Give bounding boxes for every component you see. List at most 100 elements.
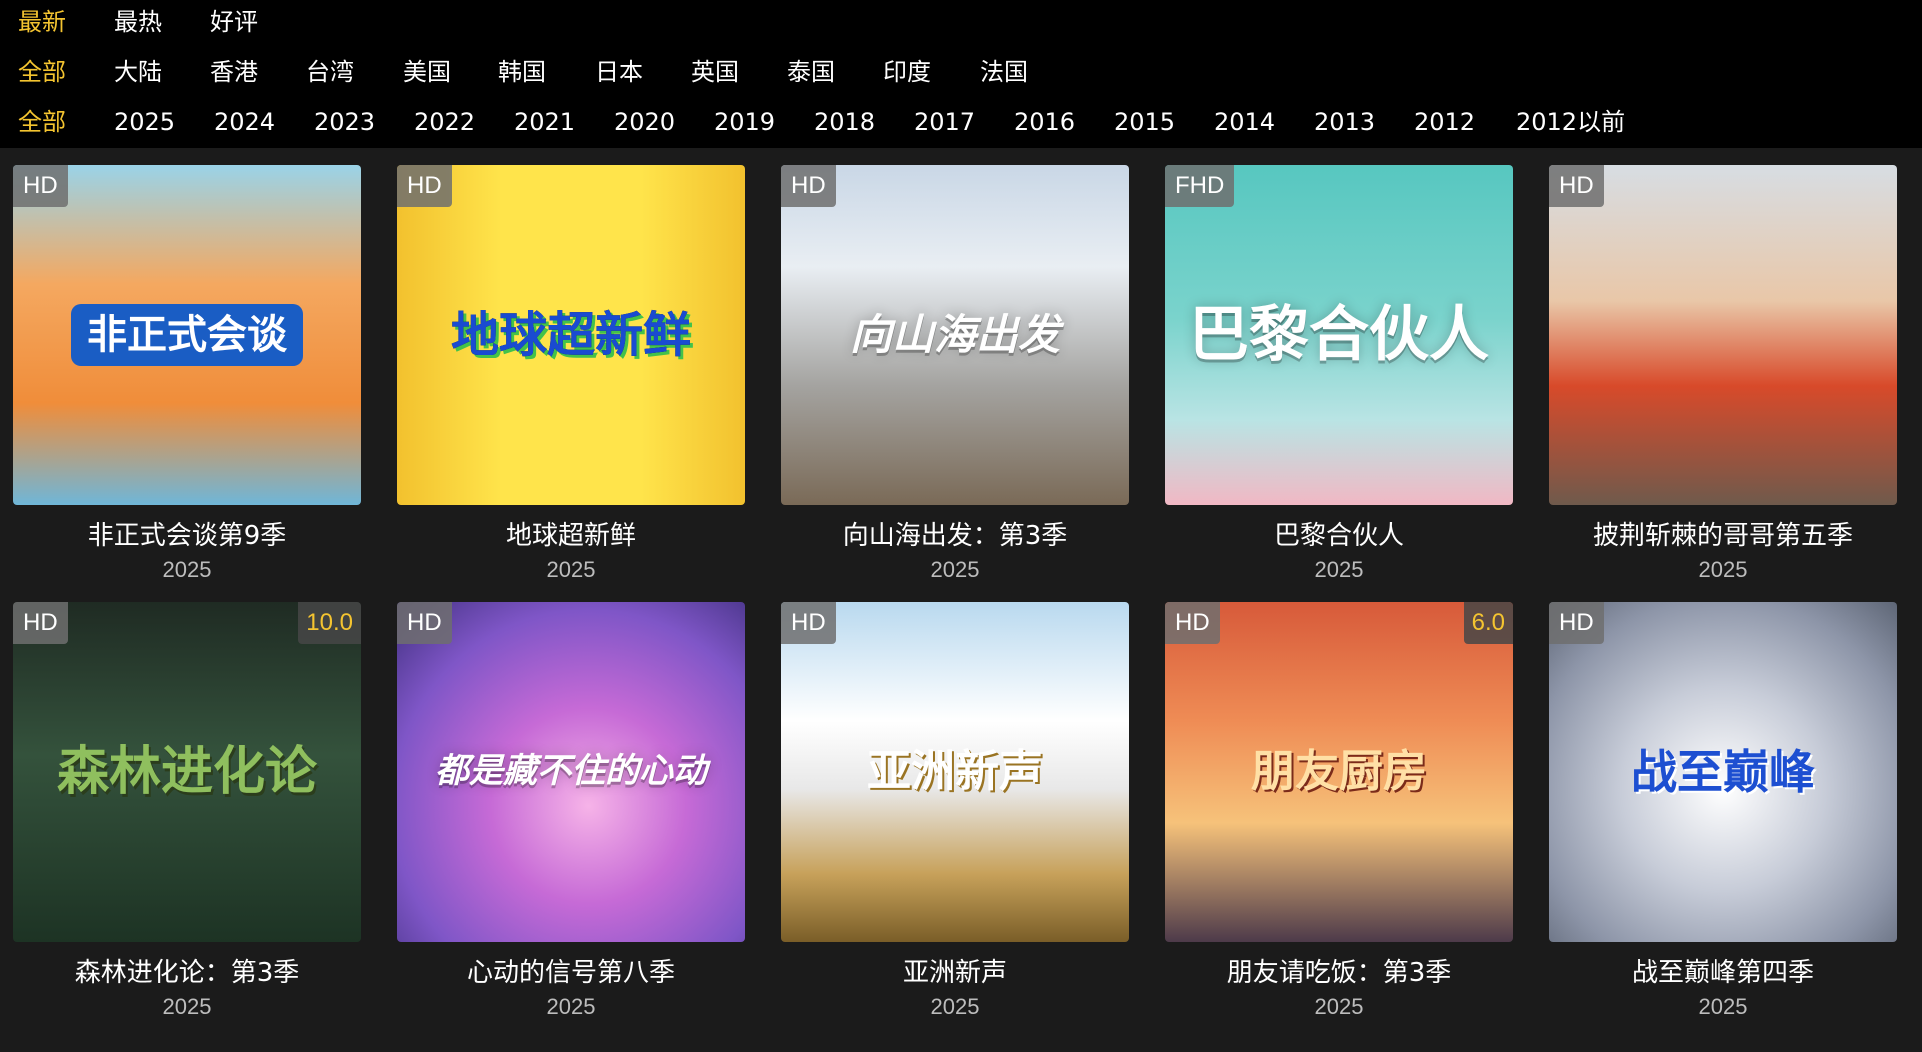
year-option[interactable]: 2022 [414,100,475,150]
card-year: 2025 [546,994,596,1019]
card-title[interactable]: 披荆斩棘的哥哥第五季 [1539,515,1907,552]
sort-filter-row: 最新 最热 好评 [0,0,1922,50]
year-option[interactable]: 2025 [114,100,175,150]
year-option[interactable]: 2015 [1114,100,1175,150]
region-option[interactable]: 韩国 [498,50,546,100]
card-title[interactable]: 心动的信号第八季 [387,952,755,989]
region-option[interactable]: 全部 [18,50,66,100]
video-card[interactable]: 非正式会谈 HD 非正式会谈第9季 2025 [13,165,361,595]
region-option[interactable]: 法国 [980,50,1028,100]
poster-image[interactable]: 非正式会谈 HD [13,165,361,505]
region-option[interactable]: 美国 [403,50,451,100]
poster-image[interactable]: 巴黎合伙人 FHD [1165,165,1513,505]
year-option[interactable]: 2020 [614,100,675,150]
card-year: 2025 [546,557,596,582]
sort-option[interactable]: 最热 [114,0,162,50]
quality-badge: HD [13,602,68,644]
poster-artwork: 巴黎合伙人 [1165,165,1513,505]
quality-badge: HD [1549,602,1604,644]
poster-image[interactable]: 战至巅峰 HD [1549,602,1897,942]
poster-image[interactable]: 地球超新鲜 HD [397,165,745,505]
year-option[interactable]: 2012以前 [1516,100,1625,150]
card-year: 2025 [1314,994,1364,1019]
card-year: 2025 [930,557,980,582]
poster-image[interactable]: HD [1549,165,1897,505]
year-option[interactable]: 2021 [514,100,575,150]
quality-badge: HD [13,165,68,207]
card-title[interactable]: 向山海出发：第3季 [771,515,1139,552]
year-option[interactable]: 2019 [714,100,775,150]
card-title[interactable]: 森林进化论：第3季 [3,952,371,989]
video-card[interactable]: 向山海出发 HD 向山海出发：第3季 2025 [781,165,1129,595]
poster-title-art: 朋友厨房 [1251,745,1427,797]
poster-image[interactable]: 朋友厨房 HD 6.0 [1165,602,1513,942]
card-title[interactable]: 战至巅峰第四季 [1539,952,1907,989]
poster-image[interactable]: 森林进化论 HD 10.0 [13,602,361,942]
sort-option[interactable]: 最新 [18,0,66,50]
poster-image[interactable]: 亚洲新声 HD [781,602,1129,942]
poster-artwork: 亚洲新声 [781,602,1129,942]
video-card[interactable]: 巴黎合伙人 FHD 巴黎合伙人 2025 [1165,165,1513,595]
poster-title-art: 向山海出发 [849,309,1060,359]
video-card[interactable]: 地球超新鲜 HD 地球超新鲜 2025 [397,165,745,595]
poster-artwork: 向山海出发 [781,165,1129,505]
card-year: 2025 [162,994,212,1019]
score-badge: 6.0 [1463,602,1513,644]
year-option[interactable]: 2014 [1214,100,1275,150]
poster-title-art: 非正式会谈 [71,304,303,366]
filter-bar: 最新 最热 好评 全部 大陆 香港 台湾 美国 韩国 日本 英国 泰国 印度 法国 全部 2025 2024… [0,0,1922,148]
card-year: 2025 [930,994,980,1019]
year-option[interactable]: 2016 [1014,100,1075,150]
poster-image[interactable]: 都是藏不住的心动 HD [397,602,745,942]
card-title[interactable]: 非正式会谈第9季 [3,515,371,552]
poster-artwork: 都是藏不住的心动 [397,602,745,942]
video-card[interactable]: 战至巅峰 HD 战至巅峰第四季 2025 [1549,602,1897,1032]
region-option[interactable]: 日本 [595,50,643,100]
card-title[interactable]: 巴黎合伙人 [1155,515,1523,552]
video-card[interactable]: 亚洲新声 HD 亚洲新声 2025 [781,602,1129,1032]
poster-title-art: 都是藏不住的心动 [435,751,707,792]
poster-artwork: 森林进化论 [13,602,361,942]
region-filter-row: 全部 大陆 香港 台湾 美国 韩国 日本 英国 泰国 印度 法国 [0,50,1922,100]
region-option[interactable]: 英国 [691,50,739,100]
poster-artwork: 朋友厨房 [1165,602,1513,942]
video-card[interactable]: 都是藏不住的心动 HD 心动的信号第八季 2025 [397,602,745,1032]
content-grid: 非正式会谈 HD 非正式会谈第9季 2025 地球超新鲜 HD 地球超新鲜 2025 向山海出发… [0,148,1922,1052]
year-option[interactable]: 2018 [814,100,875,150]
quality-badge: HD [1549,165,1604,207]
video-card[interactable]: HD 披荆斩棘的哥哥第五季 2025 [1549,165,1897,595]
sort-option[interactable]: 好评 [210,0,258,50]
poster-title-art: 巴黎合伙人 [1189,299,1489,370]
poster-title-art: 亚洲新声 [867,745,1043,797]
year-option[interactable]: 2024 [214,100,275,150]
region-option[interactable]: 大陆 [114,50,162,100]
quality-badge: HD [781,165,836,207]
year-option[interactable]: 2013 [1314,100,1375,150]
poster-artwork: 战至巅峰 [1549,602,1897,942]
video-card[interactable]: 森林进化论 HD 10.0 森林进化论：第3季 2025 [13,602,361,1032]
year-option[interactable]: 2012 [1414,100,1475,150]
quality-badge: HD [397,602,452,644]
poster-artwork: 地球超新鲜 [397,165,745,505]
quality-badge: HD [397,165,452,207]
quality-badge: HD [1165,602,1220,644]
year-filter-row: 全部 2025 2024 2023 2022 2021 2020 2019 2018 2017 20… [0,100,1922,150]
card-title[interactable]: 亚洲新声 [771,952,1139,989]
poster-title-art: 森林进化论 [56,741,317,802]
video-card[interactable]: 朋友厨房 HD 6.0 朋友请吃饭：第3季 2025 [1165,602,1513,1032]
card-year: 2025 [162,557,212,582]
region-option[interactable]: 泰国 [787,50,835,100]
poster-image[interactable]: 向山海出发 HD [781,165,1129,505]
card-title[interactable]: 地球超新鲜 [387,515,755,552]
card-title[interactable]: 朋友请吃饭：第3季 [1155,952,1523,989]
poster-artwork [1549,165,1897,505]
year-option[interactable]: 2023 [314,100,375,150]
region-option[interactable]: 印度 [883,50,931,100]
poster-title-art: 战至巅峰 [1631,744,1815,799]
quality-badge: FHD [1165,165,1235,207]
region-option[interactable]: 香港 [210,50,258,100]
year-option[interactable]: 全部 [18,100,66,150]
year-option[interactable]: 2017 [914,100,975,150]
quality-badge: HD [781,602,836,644]
region-option[interactable]: 台湾 [306,50,354,100]
